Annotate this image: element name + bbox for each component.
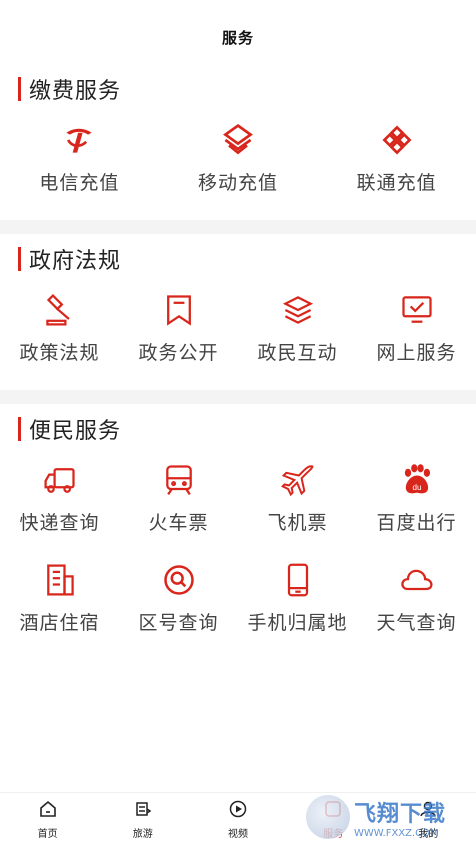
section-title: 缴费服务 bbox=[29, 79, 122, 104]
item-label: 天气查询 bbox=[376, 612, 457, 634]
grid-row: 政策法规 政务公开 政民互动 网上服务 bbox=[0, 286, 476, 380]
phone-icon bbox=[278, 560, 318, 600]
mobile-icon bbox=[218, 120, 258, 160]
section-header: 便民服务 bbox=[0, 412, 476, 446]
item-label: 酒店住宿 bbox=[19, 612, 100, 634]
travel-icon bbox=[133, 799, 153, 823]
grid-row: 电信充值 移动充值 联通充值 bbox=[0, 116, 476, 210]
section-title: 便民服务 bbox=[29, 419, 122, 444]
hotel-icon bbox=[40, 560, 80, 600]
site-watermark: 飞翔下载 WWW.FXXZ.COM bbox=[306, 792, 466, 842]
section-payment: 缴费服务 电信充值 移动充值 联通充值 bbox=[0, 64, 476, 220]
unicom-icon bbox=[377, 120, 417, 160]
grid-row: 酒店住宿 区号查询 手机归属地 天气查询 bbox=[0, 556, 476, 650]
weather-item[interactable]: 天气查询 bbox=[357, 556, 476, 650]
tab-video[interactable]: 视频 bbox=[190, 793, 285, 846]
public-affairs-item[interactable]: 政务公开 bbox=[119, 286, 238, 380]
item-label: 手机归属地 bbox=[247, 612, 348, 634]
section-convenience: 便民服务 快递查询 火车票 飞机票 du 百度出行 酒店住宿 区号查询 手机归属… bbox=[0, 404, 476, 660]
telecom-recharge-item[interactable]: 电信充值 bbox=[0, 116, 159, 210]
truck-icon bbox=[40, 460, 80, 500]
section-title: 政府法规 bbox=[29, 249, 122, 274]
bookmark-icon bbox=[159, 290, 199, 330]
section-header: 政府法规 bbox=[0, 242, 476, 276]
tab-label: 视频 bbox=[228, 829, 248, 840]
home-icon bbox=[38, 799, 58, 823]
air-ticket-item[interactable]: 飞机票 bbox=[238, 456, 357, 550]
item-label: 区号查询 bbox=[138, 612, 219, 634]
item-label: 政务公开 bbox=[138, 342, 219, 364]
watermark-main-text: 飞翔下载 bbox=[354, 801, 447, 827]
item-label: 电信充值 bbox=[39, 172, 120, 194]
airplane-icon bbox=[278, 460, 318, 500]
hotel-item[interactable]: 酒店住宿 bbox=[0, 556, 119, 650]
mobile-recharge-item[interactable]: 移动充值 bbox=[159, 116, 318, 210]
tab-home[interactable]: 首页 bbox=[0, 793, 95, 846]
item-label: 火车票 bbox=[148, 512, 209, 534]
area-code-item[interactable]: 区号查询 bbox=[119, 556, 238, 650]
watermark-text: 飞翔下载 WWW.FXXZ.COM bbox=[354, 796, 446, 839]
cloud-icon bbox=[397, 560, 437, 600]
section-accent-bar bbox=[18, 247, 21, 271]
item-label: 联通充值 bbox=[356, 172, 437, 194]
baidu-icon: du bbox=[397, 460, 437, 500]
gavel-icon bbox=[40, 290, 80, 330]
item-label: 飞机票 bbox=[267, 512, 328, 534]
online-service-item[interactable]: 网上服务 bbox=[357, 286, 476, 380]
section-divider bbox=[0, 390, 476, 404]
item-label: 政民互动 bbox=[257, 342, 338, 364]
watermark-logo-icon bbox=[306, 795, 350, 839]
telecom-icon bbox=[59, 120, 99, 160]
section-accent-bar bbox=[18, 77, 21, 101]
item-label: 政策法规 bbox=[19, 342, 100, 364]
watermark-sub-text: WWW.FXXZ.COM bbox=[354, 827, 439, 839]
grid-row: 快递查询 火车票 飞机票 du 百度出行 bbox=[0, 456, 476, 550]
tab-travel[interactable]: 旅游 bbox=[95, 793, 190, 846]
unicom-recharge-item[interactable]: 联通充值 bbox=[317, 116, 476, 210]
policy-item[interactable]: 政策法规 bbox=[0, 286, 119, 380]
tab-label: 首页 bbox=[37, 829, 58, 840]
search-icon bbox=[159, 560, 199, 600]
layers-icon bbox=[278, 290, 318, 330]
item-label: 百度出行 bbox=[376, 512, 457, 534]
item-label: 快递查询 bbox=[19, 512, 100, 534]
phone-location-item[interactable]: 手机归属地 bbox=[238, 556, 357, 650]
train-ticket-item[interactable]: 火车票 bbox=[119, 456, 238, 550]
express-query-item[interactable]: 快递查询 bbox=[0, 456, 119, 550]
top-bar: 服务 bbox=[0, 0, 476, 64]
page-title: 服务 bbox=[221, 28, 254, 47]
section-accent-bar bbox=[18, 417, 21, 441]
svg-text:du: du bbox=[412, 483, 421, 492]
monitor-icon bbox=[397, 290, 437, 330]
section-divider bbox=[0, 220, 476, 234]
section-government: 政府法规 政策法规 政务公开 政民互动 网上服务 bbox=[0, 234, 476, 390]
train-icon bbox=[159, 460, 199, 500]
item-label: 网上服务 bbox=[376, 342, 457, 364]
section-header: 缴费服务 bbox=[0, 72, 476, 106]
play-icon bbox=[228, 799, 248, 823]
tab-label: 旅游 bbox=[132, 829, 153, 840]
baidu-travel-item[interactable]: du 百度出行 bbox=[357, 456, 476, 550]
item-label: 移动充值 bbox=[198, 172, 279, 194]
interaction-item[interactable]: 政民互动 bbox=[238, 286, 357, 380]
